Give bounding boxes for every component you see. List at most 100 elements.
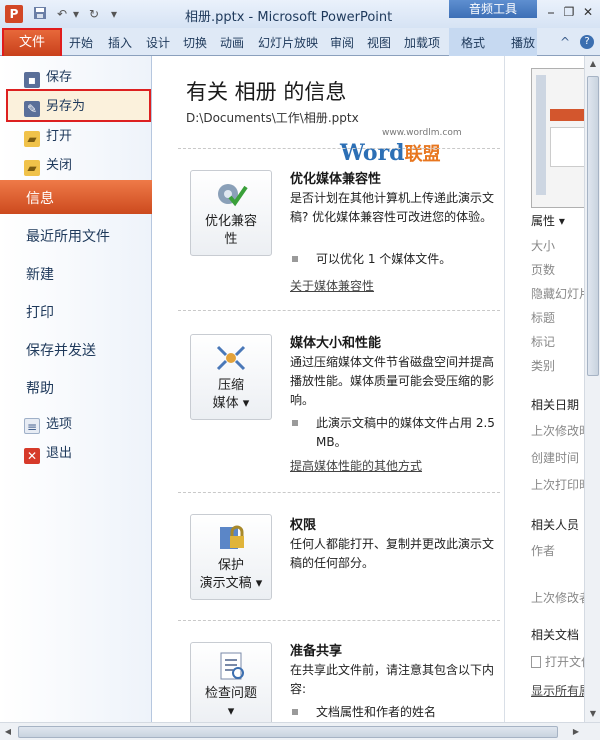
bullet-marker <box>292 709 298 715</box>
horizontal-scrollbar[interactable]: ◀ ▶ <box>0 722 600 740</box>
section-title-compatibility: 优化媒体兼容性 <box>290 172 382 187</box>
scroll-down-icon[interactable]: ▼ <box>585 706 600 722</box>
nav-item-close[interactable]: ▰ 关闭 <box>24 154 144 176</box>
scroll-left-icon[interactable]: ◀ <box>0 723 16 740</box>
link-about-media-compatibility[interactable]: 关于媒体兼容性 <box>290 277 374 294</box>
compress-media-icon <box>214 343 248 373</box>
tab-slideshow[interactable]: 幻灯片放映 <box>258 34 318 51</box>
nav-item-save-send[interactable]: 保存并发送 <box>26 340 96 360</box>
vertical-scrollbar[interactable]: ▲ ▼ <box>584 56 600 722</box>
bullet-text: 可以优化 1 个媒体文件。 <box>316 252 452 266</box>
nav-item-print[interactable]: 打印 <box>26 302 54 322</box>
selected-nav-indicator <box>0 180 164 214</box>
prop-tags[interactable]: 标记 <box>531 333 555 350</box>
nav-item-close-label: 关闭 <box>46 158 73 173</box>
nav-item-open[interactable]: ▰ 打开 <box>24 125 144 147</box>
protect-button-line2: 演示文稿 ▾ <box>199 576 263 591</box>
tab-format[interactable]: 格式 <box>461 34 485 51</box>
prop-title[interactable]: 标题 <box>531 309 555 326</box>
document-icon <box>531 656 541 668</box>
nav-item-info[interactable]: 信息 <box>26 188 54 208</box>
tab-transitions[interactable]: 切换 <box>183 34 207 51</box>
horizontal-scroll-thumb[interactable] <box>18 726 558 738</box>
bullet-marker <box>292 420 298 426</box>
section-bullet-compatibility: 可以优化 1 个媒体文件。 <box>290 250 500 269</box>
tab-view[interactable]: 视图 <box>367 34 391 51</box>
prop-hidden-slides: 隐藏幻灯片 <box>531 287 592 301</box>
nav-item-help[interactable]: 帮助 <box>26 378 54 398</box>
exit-icon: ✕ <box>24 448 40 464</box>
related-dates-header: 相关日期 <box>531 398 580 412</box>
tab-playback[interactable]: 播放 <box>511 34 535 51</box>
scroll-up-icon[interactable]: ▲ <box>585 56 600 72</box>
nav-item-exit-label: 退出 <box>46 446 73 461</box>
compress-button-line2: 媒体 ▾ <box>212 396 250 411</box>
nav-item-save[interactable]: ▪ 保存 <box>24 66 144 88</box>
tab-review[interactable]: 审阅 <box>330 34 354 51</box>
powerpoint-app-icon[interactable]: P <box>5 5 23 23</box>
collapse-ribbon-icon[interactable]: ^ <box>560 35 570 49</box>
nav-item-new[interactable]: 新建 <box>26 264 54 284</box>
thumbnail-slide-strip <box>536 75 546 195</box>
bullet-marker <box>292 256 298 262</box>
options-icon: ≡ <box>24 418 40 434</box>
nav-item-options[interactable]: ≡ 选项 <box>24 413 144 435</box>
check-issues-button-line2: ▾ <box>227 704 235 719</box>
prop-size: 大小 <box>531 239 556 253</box>
compress-button-line1: 压缩 <box>217 378 244 393</box>
section-desc-compatibility: 是否计划在其他计算机上传递此演示文稿? 优化媒体兼容性可改进您的体验。 <box>290 191 495 224</box>
nav-item-save-label: 保存 <box>46 70 73 85</box>
watermark-url: www.wordlm.com <box>382 128 462 138</box>
tab-addins[interactable]: 加载项 <box>404 34 440 51</box>
prop-category[interactable]: 类别 <box>531 357 555 374</box>
vertical-scroll-thumb[interactable] <box>587 76 599 376</box>
info-panel: 有关 相册 的信息 D:\Documents\工作\相册.pptx www.wo… <box>152 56 504 722</box>
protect-presentation-button[interactable]: 保护 演示文稿 ▾ <box>190 514 272 600</box>
nav-item-open-label: 打开 <box>46 129 73 144</box>
optimize-button-line2: 性 <box>224 232 238 247</box>
nav-item-recent[interactable]: 最近所用文件 <box>26 226 110 246</box>
tab-file[interactable]: 文件 <box>2 28 62 58</box>
optimize-compatibility-button[interactable]: 优化兼容 性 <box>190 170 272 256</box>
check-issues-button-line1: 检查问题 <box>204 686 257 701</box>
customize-quick-access-icon[interactable]: ▾ <box>106 6 122 22</box>
ribbon-tab-bar: 文件 开始 插入 设计 切换 动画 幻灯片放映 审阅 视图 加载项 格式 播放 … <box>0 28 600 58</box>
nav-item-exit[interactable]: ✕ 退出 <box>24 442 144 464</box>
redo-icon[interactable]: ↻ <box>86 6 102 22</box>
bullet-text: 文档属性和作者的姓名 <box>316 705 437 719</box>
window-title: 相册.pptx - Microsoft PowerPoint <box>185 10 393 25</box>
properties-header[interactable]: 属性 ▾ <box>531 212 565 229</box>
nav-item-save-as[interactable]: ✎ 另存为 <box>24 95 144 117</box>
compress-media-button[interactable]: 压缩 媒体 ▾ <box>190 334 272 420</box>
tab-home[interactable]: 开始 <box>69 34 93 51</box>
section-desc-permissions: 任何人都能打开、复制并更改此演示文稿的任何部分。 <box>290 537 495 570</box>
section-title-media-size: 媒体大小和性能 <box>290 336 382 351</box>
undo-dropdown-icon[interactable]: ▾ <box>68 6 84 22</box>
tab-insert[interactable]: 插入 <box>108 34 132 51</box>
section-title-permissions: 权限 <box>290 518 317 533</box>
restore-icon[interactable]: ❐ <box>561 4 577 20</box>
close-file-icon: ▰ <box>24 160 40 176</box>
scroll-right-icon[interactable]: ▶ <box>568 723 584 740</box>
minimize-icon[interactable]: ⎯ <box>543 4 559 20</box>
tab-animations[interactable]: 动画 <box>220 34 244 51</box>
section-desc-prepare-sharing: 在共享此文件前，请注意其包含以下内容: <box>290 663 495 696</box>
check-issues-icon <box>214 651 248 681</box>
save-icon[interactable] <box>32 6 48 22</box>
link-improve-media-performance[interactable]: 提高媒体性能的其他方式 <box>290 457 422 474</box>
help-icon[interactable]: ? <box>580 35 594 49</box>
tab-design[interactable]: 设计 <box>146 34 170 51</box>
divider <box>178 492 500 493</box>
divider <box>178 620 500 621</box>
check-issues-button[interactable]: 检查问题 ▾ <box>190 642 272 722</box>
protect-lock-icon <box>214 523 248 553</box>
page-title: 有关 相册 的信息 <box>186 80 347 104</box>
save-icon: ▪ <box>24 72 40 88</box>
close-icon[interactable]: ✕ <box>580 4 596 20</box>
people-last-modified-by: 上次修改者 <box>531 591 592 605</box>
section-bullet-prepare-sharing: 文档属性和作者的姓名 <box>290 703 500 722</box>
section-title-prepare-sharing: 准备共享 <box>290 644 343 659</box>
section-bullet-media-size: 此演示文稿中的媒体文件占用 2.5 MB。 <box>290 414 500 452</box>
related-docs-header: 相关文档 <box>531 628 580 642</box>
audio-tools-context-header: 音频工具 <box>449 0 537 18</box>
